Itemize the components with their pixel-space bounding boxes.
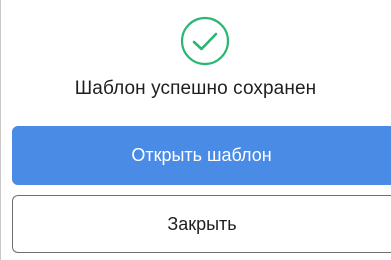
dialog-left-border: [0, 0, 1, 260]
open-template-button[interactable]: Открыть шаблон: [12, 126, 391, 185]
success-dialog: Шаблон успешно сохранен Открыть шаблон З…: [0, 0, 391, 260]
check-circle-icon: [179, 15, 231, 67]
close-button[interactable]: Закрыть: [12, 195, 391, 253]
dialog-message: Шаблон успешно сохранен: [74, 78, 317, 99]
